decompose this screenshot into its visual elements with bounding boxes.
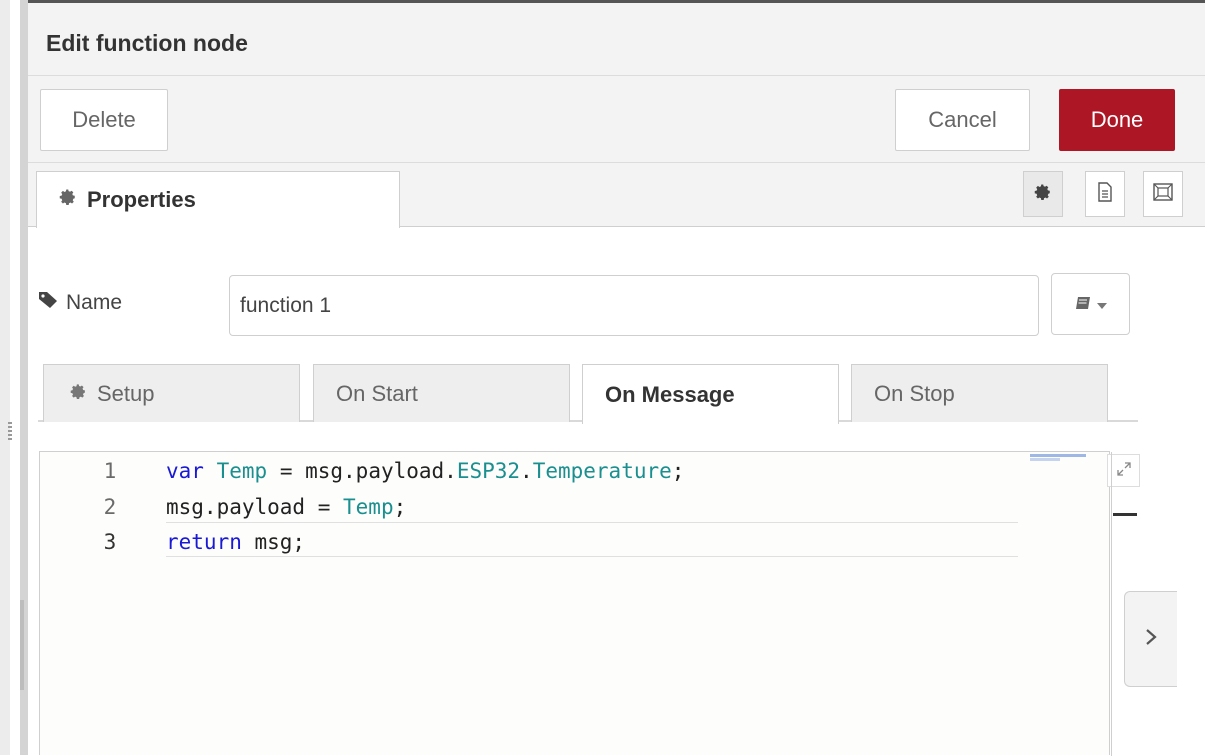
tag-icon [38,291,58,315]
code-text: return msg; [166,530,306,554]
name-input[interactable] [229,275,1039,336]
tray-top-border [28,0,1205,8]
function-subtabs: Setup On Start On Message On Stop [38,364,1138,424]
active-line-bottom-border [166,556,1018,557]
tab-bar: Properties [28,163,1205,228]
subtab-on-stop[interactable]: On Stop [851,364,1108,422]
gear-icon [70,383,87,405]
subtab-on-start[interactable]: On Start [313,364,570,422]
done-button[interactable]: Done [1059,89,1175,151]
editor-right-border [1111,452,1112,756]
subtab-on-message[interactable]: On Message [582,364,839,424]
library-button[interactable] [1051,273,1130,335]
code-line: 1 var Temp = msg.payload.ESP32.Temperatu… [40,453,1040,489]
description-tab-button[interactable] [1085,171,1125,217]
dialog-title: Edit function node [46,30,248,56]
minimap-line [1030,454,1086,457]
name-label: Name [38,291,122,315]
tray-header: Edit function node [28,8,1205,76]
left-gutter [0,0,10,755]
subtab-setup-label: Setup [97,380,155,406]
line-number: 3 [103,530,117,554]
subtab-on-message-label: On Message [605,381,735,407]
line-number: 1 [103,459,117,483]
code-text: var Temp = msg.payload.ESP32.Temperature… [166,459,685,483]
workspace-scrollbar[interactable] [20,600,24,690]
tab-properties-label: Properties [87,187,196,212]
minimap-line [1030,458,1060,461]
node-settings-tab-button[interactable] [1023,171,1063,217]
editor-scrollbar-marker[interactable] [1113,513,1137,516]
subtab-setup[interactable]: Setup [43,364,300,422]
code-line-active: 3 return msg; [40,524,1040,560]
subtab-on-stop-label: On Stop [874,380,955,406]
book-icon [1075,296,1091,313]
gear-icon [59,188,77,212]
code-editor[interactable]: 1 var Temp = msg.payload.ESP32.Temperatu… [39,451,1140,756]
expand-icon [1116,462,1131,479]
frame-icon [1152,182,1174,207]
appearance-tab-button[interactable] [1143,171,1183,217]
delete-button[interactable]: Delete [40,89,168,151]
name-label-text: Name [66,291,123,314]
sidebar-toggle-button[interactable] [1124,591,1177,687]
chevron-down-icon [1096,296,1107,312]
active-line-top-border [166,522,1018,523]
cancel-button[interactable]: Cancel [895,89,1030,151]
editor-minimap[interactable] [1030,454,1086,464]
line-number: 2 [103,495,117,519]
code-text: msg.payload = Temp; [166,495,407,519]
gear-icon [1034,183,1052,206]
document-icon [1097,181,1113,207]
code-line: 2 msg.payload = Temp; [40,489,1040,525]
tab-properties[interactable]: Properties [36,171,400,228]
chevron-right-icon [1145,626,1157,652]
gutter-grip-handle[interactable] [8,422,12,442]
subtab-on-start-label: On Start [336,380,418,406]
tray-toolbar: Delete Cancel Done [28,76,1205,163]
